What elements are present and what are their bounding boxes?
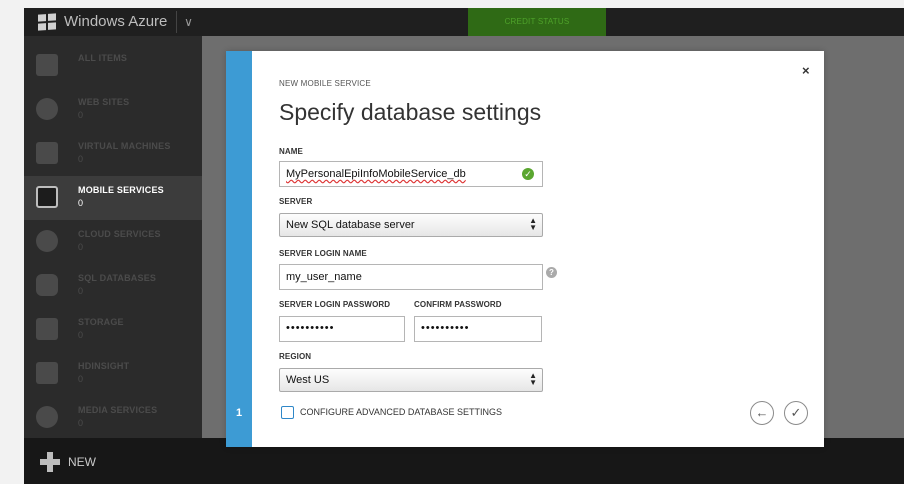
plus-icon [40, 452, 60, 472]
sidebar-item-storage[interactable]: STORAGE 0 [24, 308, 202, 352]
new-mobile-service-dialog: 1 × NEW MOBILE SERVICE Specify database … [226, 51, 824, 447]
sidebar-item-mobile-services[interactable]: MOBILE SERVICES 0 [24, 176, 202, 220]
select-arrows-icon: ▲ ▼ [529, 371, 537, 387]
sidebar-item-label: MOBILE SERVICES [78, 185, 164, 195]
step-number: 1 [235, 407, 243, 419]
play-icon [36, 406, 58, 428]
help-icon[interactable]: ? [546, 267, 557, 278]
new-button[interactable]: NEW [40, 452, 96, 472]
sidebar-item-label: VIRTUAL MACHINES [78, 141, 171, 151]
credit-status-button[interactable]: CREDIT STATUS [468, 8, 606, 36]
new-button-label: NEW [68, 455, 96, 469]
login-name-label: SERVER LOGIN NAME [279, 249, 367, 258]
globe-icon [36, 98, 58, 120]
sidebar-item-label: ALL ITEMS [78, 53, 128, 63]
gears-icon [36, 230, 58, 252]
chevron-down-icon[interactable]: ∨ [176, 11, 200, 33]
grid-icon [36, 54, 58, 76]
name-label: NAME [279, 147, 303, 156]
dialog-title: Specify database settings [279, 99, 542, 125]
sidebar-item-count: 0 [78, 330, 84, 340]
sidebar-item-web-sites[interactable]: WEB SITES 0 [24, 88, 202, 132]
login-password-field[interactable]: •••••••••• [279, 316, 405, 342]
region-value: West US [286, 374, 330, 386]
sidebar-item-label: MEDIA SERVICES [78, 405, 158, 415]
confirm-password-field[interactable]: •••••••••• [414, 316, 542, 342]
sidebar-item-count: 0 [78, 154, 84, 164]
top-bar: Windows Azure ∨ CREDIT STATUS [24, 8, 904, 36]
sidebar-item-cloud-services[interactable]: CLOUD SERVICES 0 [24, 220, 202, 264]
sidebar-item-sql-databases[interactable]: SQL DATABASES 0 [24, 264, 202, 308]
confirm-password-value: •••••••••• [421, 322, 470, 334]
advanced-settings-checkbox[interactable] [281, 406, 294, 419]
sidebar-item-count: 0 [78, 418, 84, 428]
server-select[interactable]: New SQL database server ▲ ▼ [279, 213, 543, 237]
sidebar-item-all-items[interactable]: ALL ITEMS [24, 44, 202, 88]
sidebar-item-label: WEB SITES [78, 97, 130, 107]
select-arrows-icon: ▲ ▼ [529, 216, 537, 232]
sidebar-item-count: 0 [78, 110, 84, 120]
mobile-icon [36, 186, 58, 208]
back-button[interactable]: ← [750, 401, 774, 425]
brand-name: Windows Azure [64, 13, 168, 30]
sidebar-item-label: HDINSIGHT [78, 361, 130, 371]
sidebar-item-hdinsight[interactable]: HDINSIGHT 0 [24, 352, 202, 396]
sidebar-item-count: 0 [78, 286, 84, 296]
region-select[interactable]: West US ▲ ▼ [279, 368, 543, 392]
elephant-icon [36, 362, 58, 384]
sidebar-item-count: 0 [78, 374, 84, 384]
login-name-field[interactable]: my_user_name [279, 264, 543, 290]
login-name-value: my_user_name [286, 271, 362, 283]
sidebar-item-count: 0 [78, 242, 84, 252]
server-value: New SQL database server [286, 219, 415, 231]
database-icon [36, 274, 58, 296]
dialog-eyebrow: NEW MOBILE SERVICE [279, 79, 371, 88]
close-icon[interactable]: × [802, 63, 810, 78]
confirm-password-label: CONFIRM PASSWORD [414, 300, 502, 309]
name-value: MyPersonalEpiInfoMobileService_db [286, 168, 466, 180]
advanced-settings-label[interactable]: CONFIGURE ADVANCED DATABASE SETTINGS [300, 407, 502, 417]
windows-logo-icon [38, 12, 56, 31]
sidebar-item-label: STORAGE [78, 317, 124, 327]
sidebar: ALL ITEMS WEB SITES 0 VIRTUAL MACHINES 0… [24, 36, 202, 438]
valid-check-icon: ✓ [522, 168, 534, 180]
wizard-step-rail: 1 [226, 51, 252, 447]
sidebar-item-count: 0 [78, 198, 84, 208]
sidebar-item-virtual-machines[interactable]: VIRTUAL MACHINES 0 [24, 132, 202, 176]
login-password-label: SERVER LOGIN PASSWORD [279, 300, 391, 309]
server-label: SERVER [279, 197, 313, 206]
sidebar-item-label: SQL DATABASES [78, 273, 157, 283]
sidebar-item-label: CLOUD SERVICES [78, 229, 161, 239]
brand-logo[interactable]: Windows Azure [38, 12, 168, 31]
table-icon [36, 318, 58, 340]
monitor-icon [36, 142, 58, 164]
sidebar-item-media-services[interactable]: MEDIA SERVICES 0 [24, 396, 202, 440]
region-label: REGION [279, 352, 312, 361]
login-password-value: •••••••••• [286, 322, 335, 334]
name-field[interactable]: MyPersonalEpiInfoMobileService_db ✓ [279, 161, 543, 187]
finish-button[interactable]: ✓ [784, 401, 808, 425]
